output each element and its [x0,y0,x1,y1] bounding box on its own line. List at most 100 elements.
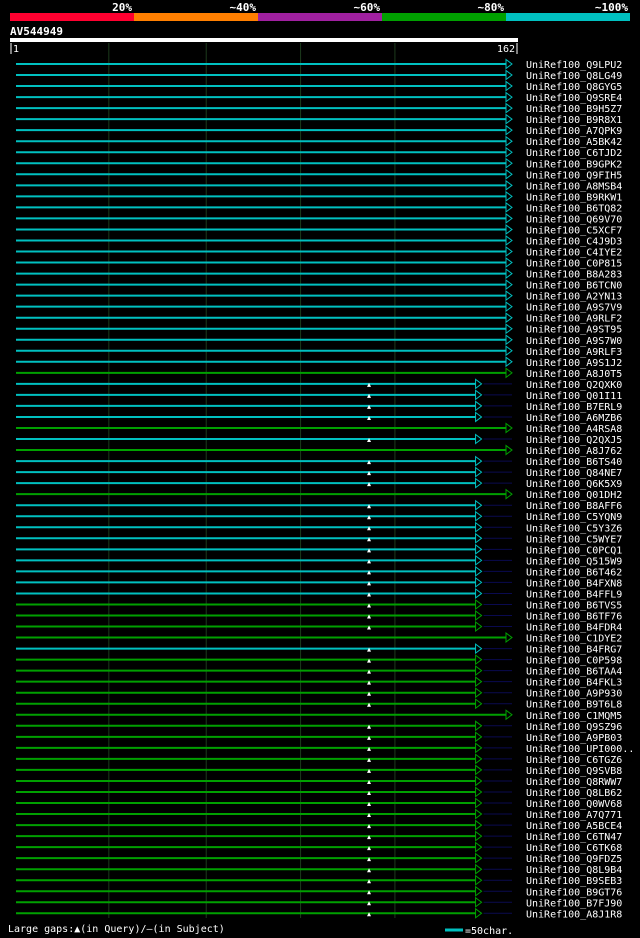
hit-arrow [475,643,483,655]
hit-arrow [475,510,483,522]
identity-scale-segment [134,13,258,21]
hit-label: UniRef100_C6TJD2 [526,148,622,159]
hit-label: UniRef100_C1MQM5 [526,711,622,722]
hit-label: UniRef100_A8MSB4 [526,181,622,192]
hit-arrow [475,874,483,886]
hit-arrow [475,477,483,489]
hit-arrow [475,665,483,677]
hit-label: UniRef100_B6TCN0 [526,281,622,292]
identity-scale-label: 20% [112,1,132,14]
hit-arrow [475,521,483,533]
hit-arrow [505,190,513,202]
hit-label: UniRef100_Q8RWW7 [526,777,622,788]
hit-arrow [475,400,483,412]
hit-label: UniRef100_Q9LPU2 [526,60,622,71]
hit-label: UniRef100_B6TS40 [526,457,622,468]
hit-arrow [475,543,483,555]
query-gap-label: (in Query)/ [80,924,147,935]
hit-label: UniRef100_B9R8X1 [526,115,622,126]
hit-arrow [505,157,513,169]
hit-label: UniRef100_A9RLF3 [526,347,622,358]
hit-label: UniRef100_A9RLF2 [526,314,622,325]
hit-arrow [475,378,483,390]
hit-arrow [505,168,513,180]
hit-label: UniRef100_C0P598 [526,656,622,667]
hit-label: UniRef100_Q8LG49 [526,71,622,82]
identity-scale-segment [506,13,630,21]
hit-label: UniRef100_C5YQN9 [526,512,622,523]
hit-label: UniRef100_C6TN47 [526,832,622,843]
hit-label: UniRef100_B6TQ82 [526,203,622,214]
hit-label: UniRef100_C4IYE2 [526,248,622,259]
hit-label: UniRef100_Q01DH2 [526,490,622,501]
hit-arrow [505,91,513,103]
identity-scale-label: ~80% [478,1,505,14]
hit-label: UniRef100_UPI000.. [526,744,634,755]
hit-label: UniRef100_B4FXN8 [526,578,622,589]
hit-arrow [505,102,513,114]
hit-label: UniRef100_A2YN13 [526,292,622,303]
hit-label: UniRef100_Q8L9B4 [526,865,622,876]
hit-label: UniRef100_Q84NE7 [526,468,622,479]
hit-label: UniRef100_C0PCQ1 [526,545,622,556]
hit-label: UniRef100_B9GPK2 [526,159,622,170]
hit-label: UniRef100_B9T6L8 [526,700,622,711]
hit-arrow [475,499,483,511]
hit-label: UniRef100_B8A283 [526,270,622,281]
axis-start-label: 1 [13,44,19,55]
hit-label: UniRef100_A6MZB6 [526,413,622,424]
hit-label: UniRef100_Q9FDZ5 [526,854,622,865]
identity-scale-label: ~40% [230,1,257,14]
hit-arrow [475,753,483,765]
scale-label: =50char. [465,926,513,937]
hit-arrow [505,268,513,280]
hit-arrow [475,554,483,566]
hit-arrow [475,576,483,588]
hit-arrow [475,808,483,820]
identity-scale-segment [10,13,134,21]
hit-arrow [475,863,483,875]
legend-footer: Large gaps:▲(in Query)/—(in Subject) [8,924,225,935]
hit-label: UniRef100_B4FKL3 [526,678,622,689]
hit-label: UniRef100_A9S7W0 [526,336,622,347]
hit-arrow [505,444,513,456]
hit-arrow [475,786,483,798]
hit-arrow [505,312,513,324]
hit-label: UniRef100_A9S1J2 [526,358,622,369]
hit-arrow [505,345,513,357]
hit-arrow [475,797,483,809]
alignment-chart: 20% ~40% ~60% ~80% ~100% AV544949 1 162 UniRef10… [10,1,634,920]
hit-arrow [475,654,483,666]
hit-label: UniRef100_B4FDR4 [526,623,622,634]
hit-arrow [475,852,483,864]
hit-arrow [505,58,513,70]
hit-arrow [505,257,513,269]
hit-label: UniRef100_C6TK68 [526,843,622,854]
hit-arrow [505,146,513,158]
query-id: AV544949 [10,25,63,38]
hit-arrow [475,587,483,599]
identity-scale-segment [382,13,506,21]
hit-label: UniRef100_B7FJ90 [526,898,622,909]
hit-arrow [505,632,513,644]
hit-arrow [475,698,483,710]
gaps-label: Large gaps: [8,924,75,935]
hit-arrow [505,113,513,125]
hit-arrow [505,246,513,258]
hit-arrow [475,565,483,577]
hit-label: UniRef100_B6TF76 [526,612,622,623]
hit-arrow [475,598,483,610]
hit-arrow [505,69,513,81]
hit-arrow [505,356,513,368]
hit-arrow [475,389,483,401]
hit-arrow [475,896,483,908]
hit-arrow [475,720,483,732]
hit-label: UniRef100_A8J762 [526,446,622,457]
hit-arrow [505,80,513,92]
hit-arrow [475,819,483,831]
hit-arrow [505,488,513,500]
hit-label: UniRef100_C5WYE7 [526,534,622,545]
hit-label: UniRef100_Q2QXK0 [526,380,622,391]
scale-legend: =50char. [445,926,513,937]
hit-label: UniRef100_C6TGZ6 [526,755,622,766]
